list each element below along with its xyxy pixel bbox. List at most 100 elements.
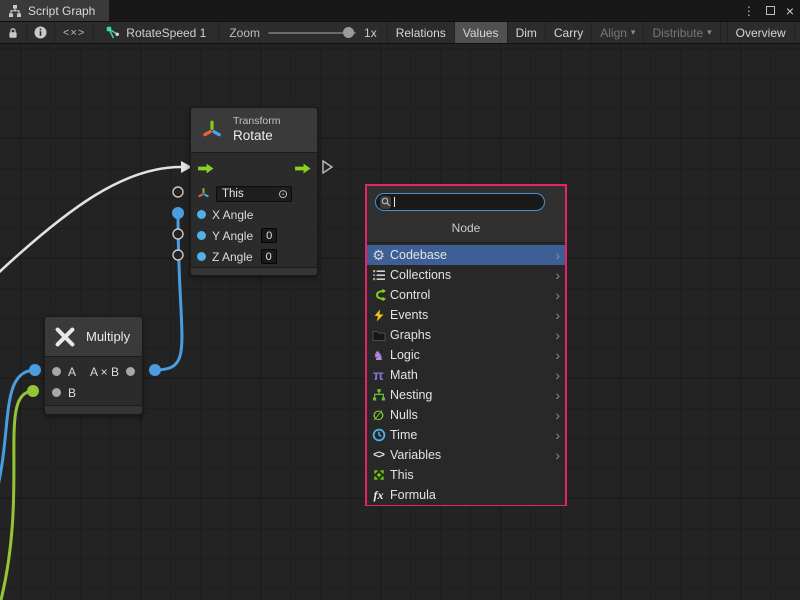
chevron-right-icon: › [555, 328, 560, 342]
finder-item-events[interactable]: Events › [367, 305, 565, 325]
tab-label: Script Graph [28, 4, 95, 18]
values-button[interactable]: Values [455, 22, 508, 43]
pi-icon: π [370, 368, 387, 382]
search-input[interactable] [398, 195, 540, 209]
angle-brackets-icon: <> [370, 448, 387, 462]
graph-breadcrumb-icon [106, 26, 120, 40]
z-angle-port-row[interactable]: Z Angle 0 [191, 246, 317, 267]
full-screen-button[interactable]: Full Screen [795, 22, 800, 43]
zoom-value: 1x [364, 26, 377, 40]
relations-button[interactable]: Relations [388, 22, 455, 43]
finder-item-variables[interactable]: <> Variables › [367, 445, 565, 465]
distribute-button[interactable]: Distribute▾ [644, 22, 720, 43]
finder-item-graphs[interactable]: Graphs › [367, 325, 565, 345]
z-angle-port-indicator[interactable] [173, 250, 183, 260]
chevron-right-icon: › [555, 388, 560, 402]
multiply-out-port-indicator[interactable] [149, 364, 161, 376]
finder-item-collections[interactable]: Collections › [367, 265, 565, 285]
chevron-right-icon: › [555, 248, 560, 262]
lock-button[interactable] [0, 22, 27, 43]
y-angle-value-field[interactable]: 0 [261, 228, 277, 243]
breadcrumb[interactable]: RotateSpeed 1 [94, 22, 219, 43]
value-port-icon[interactable] [197, 231, 206, 240]
align-button[interactable]: Align▾ [592, 22, 644, 43]
value-port-icon[interactable] [52, 388, 61, 397]
info-button[interactable] [27, 22, 55, 43]
rotate-node-header[interactable]: Transform Rotate [191, 108, 317, 153]
value-wire-green [0, 391, 33, 600]
tab-script-graph[interactable]: Script Graph [0, 0, 109, 21]
object-picker-icon[interactable]: ⊙ [278, 188, 288, 200]
value-wire-blue [155, 213, 182, 370]
fx-icon: fx [370, 488, 387, 502]
node-footer [191, 267, 317, 275]
multiply-b-port-indicator[interactable] [27, 385, 39, 397]
finder-item-nulls[interactable]: ∅ Nulls › [367, 405, 565, 425]
this-port-indicator[interactable] [173, 187, 183, 197]
move-arrows-icon [370, 468, 387, 482]
node-footer [45, 405, 142, 414]
gear-icon: ⚙ [370, 248, 387, 262]
node-title: Multiply [86, 329, 130, 344]
dim-button[interactable]: Dim [508, 22, 546, 43]
window-tab-bar: Script Graph ⋮ × [0, 0, 800, 21]
window-menu-icon[interactable]: ⋮ [743, 5, 755, 17]
x-angle-port-indicator[interactable] [172, 207, 184, 219]
y-angle-port-indicator[interactable] [173, 229, 183, 239]
transform-axes-icon [197, 187, 210, 200]
flow-wire [0, 167, 181, 276]
code-preview-button[interactable]: <×> [55, 22, 94, 43]
chevron-right-icon: › [555, 348, 560, 362]
multiply-a-row[interactable]: A A × B [45, 361, 142, 382]
finder-item-nesting[interactable]: Nesting › [367, 385, 565, 405]
flow-in-arrow-icon[interactable] [197, 163, 214, 174]
z-angle-value-field[interactable]: 0 [261, 249, 277, 264]
value-port-icon[interactable] [197, 252, 206, 261]
graph-canvas[interactable]: Transform Rotate This [0, 44, 800, 600]
chevron-right-icon: › [555, 448, 560, 462]
multiply-node[interactable]: Multiply A A × B B [44, 316, 143, 415]
search-box[interactable] [375, 193, 545, 211]
finder-list: ⚙ Codebase › Collections › [367, 242, 565, 505]
value-port-icon[interactable] [52, 367, 61, 376]
chevron-right-icon: › [555, 268, 560, 282]
rotate-node[interactable]: Transform Rotate This [190, 107, 318, 276]
value-wire-blue-a [0, 370, 35, 502]
x-angle-port-row[interactable]: X Angle [191, 204, 317, 225]
finder-item-control[interactable]: Control › [367, 285, 565, 305]
multiply-a-port-indicator[interactable] [29, 364, 41, 376]
flow-out-arrow-icon[interactable] [294, 163, 311, 174]
folder-icon [370, 328, 387, 342]
breadcrumb-label: RotateSpeed 1 [126, 26, 206, 40]
finder-item-formula[interactable]: fx Formula [367, 485, 565, 505]
carry-button[interactable]: Carry [546, 22, 592, 43]
multiply-b-row[interactable]: B [45, 382, 142, 403]
overview-button[interactable]: Overview [727, 22, 795, 43]
close-icon[interactable]: × [786, 4, 794, 18]
multiply-node-header[interactable]: Multiply [45, 317, 142, 357]
maximize-icon[interactable] [766, 6, 775, 15]
zoom-label: Zoom [229, 26, 260, 40]
y-angle-port-row[interactable]: Y Angle 0 [191, 225, 317, 246]
branch-icon [370, 288, 387, 302]
chevron-right-icon: › [555, 308, 560, 322]
zoom-control: Zoom 1x [219, 22, 387, 43]
transform-axes-icon [201, 119, 223, 141]
finder-item-codebase[interactable]: ⚙ Codebase › [367, 245, 565, 265]
chevron-right-icon: › [555, 408, 560, 422]
zoom-slider[interactable] [268, 32, 356, 34]
node-category: Transform [233, 115, 280, 128]
value-port-icon[interactable] [126, 367, 135, 376]
zoom-slider-handle[interactable] [343, 27, 354, 38]
finder-item-this[interactable]: This [367, 465, 565, 485]
chevron-down-icon: ▾ [707, 27, 712, 38]
flow-out-port-indicator[interactable] [323, 161, 332, 173]
this-object-field[interactable]: This ⊙ [216, 186, 292, 202]
this-port-row[interactable]: This ⊙ [191, 183, 317, 204]
chevron-right-icon: › [555, 288, 560, 302]
finder-item-logic[interactable]: ♞ Logic › [367, 345, 565, 365]
finder-item-time[interactable]: Time › [367, 425, 565, 445]
value-port-icon[interactable] [197, 210, 206, 219]
finder-item-math[interactable]: π Math › [367, 365, 565, 385]
lock-icon [7, 27, 19, 39]
